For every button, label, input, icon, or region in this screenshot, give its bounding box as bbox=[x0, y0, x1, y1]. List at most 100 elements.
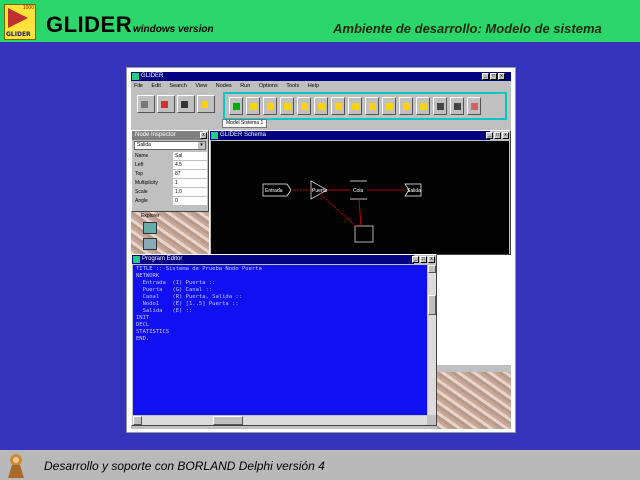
main-window-title: GLIDER bbox=[141, 73, 164, 79]
footer-text: Desarrollo y soporte con BORLAND Delphi … bbox=[44, 459, 325, 473]
node-tool-6[interactable] bbox=[331, 97, 345, 115]
save-file-button[interactable] bbox=[177, 95, 195, 113]
inspector-close-button[interactable]: x bbox=[200, 132, 207, 139]
schema-minimize-button[interactable]: _ bbox=[486, 132, 493, 139]
inspector-row[interactable]: Scale 1.0 bbox=[133, 188, 209, 197]
inspector-key: Top bbox=[135, 170, 171, 178]
explorer-label: Explorer bbox=[141, 213, 160, 219]
editor-close-button[interactable]: x bbox=[428, 256, 435, 263]
schema-window-icon bbox=[211, 132, 218, 139]
code-line: END. bbox=[136, 336, 150, 342]
glider-logo: 1000 GLIDER bbox=[4, 4, 36, 40]
code-line: Canal (R) Puerta, Salida :: bbox=[136, 294, 242, 300]
menu-nodes[interactable]: Nodes bbox=[216, 83, 232, 89]
node-tool-3[interactable] bbox=[280, 97, 294, 115]
menu-edit[interactable]: Edit bbox=[151, 83, 160, 89]
desktop-background-right bbox=[437, 372, 511, 429]
inspector-row[interactable]: Left 4.5 bbox=[133, 161, 209, 170]
code-line: NETWORK bbox=[136, 273, 160, 279]
node-tool-4[interactable] bbox=[297, 97, 311, 115]
footer-bar: Desarrollo y soporte con BORLAND Delphi … bbox=[0, 450, 640, 480]
inspector-row[interactable]: Multiplicity 1 bbox=[133, 179, 209, 188]
app-title: GLIDER bbox=[46, 12, 133, 37]
inspector-row[interactable]: Angle 0 bbox=[133, 197, 209, 206]
glider-main-window: GLIDER _ □ x File Edit Search View Nodes… bbox=[131, 72, 511, 429]
inspector-value[interactable]: 87 bbox=[173, 170, 207, 178]
schema-title-bar: GLIDER Schema bbox=[210, 131, 490, 140]
schema-title: GLIDER Schema bbox=[220, 132, 267, 138]
editor-maximize-button[interactable]: □ bbox=[420, 256, 427, 263]
node-tool-11[interactable] bbox=[416, 97, 430, 115]
menu-bar: File Edit Search View Nodes Run Options … bbox=[131, 82, 511, 91]
chevron-down-icon[interactable]: ▾ bbox=[198, 142, 205, 149]
menu-options[interactable]: Options bbox=[259, 83, 278, 89]
code-line: DECL bbox=[136, 322, 150, 328]
menu-help[interactable]: Help bbox=[308, 83, 319, 89]
link-tool-2-button[interactable] bbox=[450, 97, 464, 115]
schema-close-button[interactable]: x bbox=[502, 132, 509, 139]
editor-vertical-scrollbar[interactable] bbox=[428, 265, 436, 415]
node-tool-1[interactable] bbox=[246, 97, 260, 115]
code-line: Nodo1 (E) [1..5] Puerta :: bbox=[136, 301, 239, 307]
app-icon bbox=[132, 73, 139, 80]
logo-triangle-icon bbox=[8, 8, 28, 28]
inspector-key: Multiplicity bbox=[135, 179, 171, 187]
inspector-key: Name bbox=[135, 152, 171, 160]
app-screenshot: GLIDER _ □ x File Edit Search View Nodes… bbox=[126, 67, 516, 433]
menu-run[interactable]: Run bbox=[240, 83, 250, 89]
inspector-value[interactable]: Sal bbox=[173, 152, 207, 160]
schema-window: GLIDER Schema _ □ x Entrada Puerta Cola … bbox=[209, 130, 511, 255]
node-tool-9[interactable] bbox=[382, 97, 396, 115]
menu-search[interactable]: Search bbox=[169, 83, 186, 89]
menu-file[interactable]: File bbox=[134, 83, 143, 89]
link-tool-3-button[interactable] bbox=[467, 97, 481, 115]
file-toolbar bbox=[133, 92, 217, 120]
inspector-key: Scale bbox=[135, 188, 171, 196]
inspector-value[interactable]: 1 bbox=[173, 179, 207, 187]
node-tool-8[interactable] bbox=[365, 97, 379, 115]
inspector-title-bar: Node Inspector bbox=[132, 131, 203, 140]
logo-top-text: 1000 bbox=[22, 5, 34, 11]
inspector-value[interactable]: 0 bbox=[173, 197, 207, 205]
node-tool-5[interactable] bbox=[314, 97, 328, 115]
main-title-bar: GLIDER bbox=[131, 72, 511, 81]
print-button[interactable] bbox=[197, 95, 215, 113]
inspector-row[interactable]: Top 87 bbox=[133, 170, 209, 179]
node-box[interactable] bbox=[354, 225, 374, 243]
inspector-value[interactable]: 4.5 bbox=[173, 161, 207, 169]
menu-view[interactable]: View bbox=[195, 83, 207, 89]
schema-canvas[interactable]: Entrada Puerta Cola Salida bbox=[211, 141, 509, 254]
link-puerta-box bbox=[318, 192, 358, 228]
schema-maximize-button[interactable]: □ bbox=[494, 132, 501, 139]
menu-tools[interactable]: Tools bbox=[286, 83, 299, 89]
model-tab[interactable]: Model Sistema 1 bbox=[222, 119, 268, 128]
close-button[interactable]: x bbox=[498, 73, 505, 80]
minimize-button[interactable]: _ bbox=[482, 73, 489, 80]
node-tool-7[interactable] bbox=[348, 97, 362, 115]
editor-title: Program Editor bbox=[142, 256, 183, 262]
new-file-button[interactable] bbox=[137, 95, 155, 113]
maximize-button[interactable]: □ bbox=[490, 73, 497, 80]
inspector-row[interactable]: Name Sal bbox=[133, 152, 209, 161]
inspector-value[interactable]: 1.0 bbox=[173, 188, 207, 196]
editor-title-bar: Program Editor bbox=[132, 255, 414, 264]
header-bar: 1000 GLIDER GLIDER windows version Ambie… bbox=[0, 0, 640, 42]
editor-window-icon bbox=[133, 256, 140, 263]
code-line: Puerta (G) Canal :: bbox=[136, 287, 213, 293]
pointer-tool-button[interactable] bbox=[229, 97, 243, 115]
code-line: Salida (E) :: bbox=[136, 308, 193, 314]
open-file-button[interactable] bbox=[157, 95, 175, 113]
inspector-node-select[interactable]: Salida ▾ bbox=[134, 141, 206, 150]
inspector-title: Node Inspector bbox=[135, 132, 176, 138]
network-icon[interactable] bbox=[143, 238, 157, 250]
link-tool-button[interactable] bbox=[433, 97, 447, 115]
program-code-area[interactable]: TITLE :: Sistema de Prueba Nodo Puerta NE… bbox=[133, 265, 427, 415]
logo-text: GLIDER bbox=[6, 31, 31, 38]
editor-minimize-button[interactable]: _ bbox=[412, 256, 419, 263]
node-tool-2[interactable] bbox=[263, 97, 277, 115]
code-line: STATISTICS bbox=[136, 329, 170, 335]
computer-icon[interactable] bbox=[143, 222, 157, 234]
node-tool-10[interactable] bbox=[399, 97, 413, 115]
editor-horizontal-scrollbar[interactable] bbox=[133, 416, 427, 425]
inspector-key: Left bbox=[135, 161, 171, 169]
